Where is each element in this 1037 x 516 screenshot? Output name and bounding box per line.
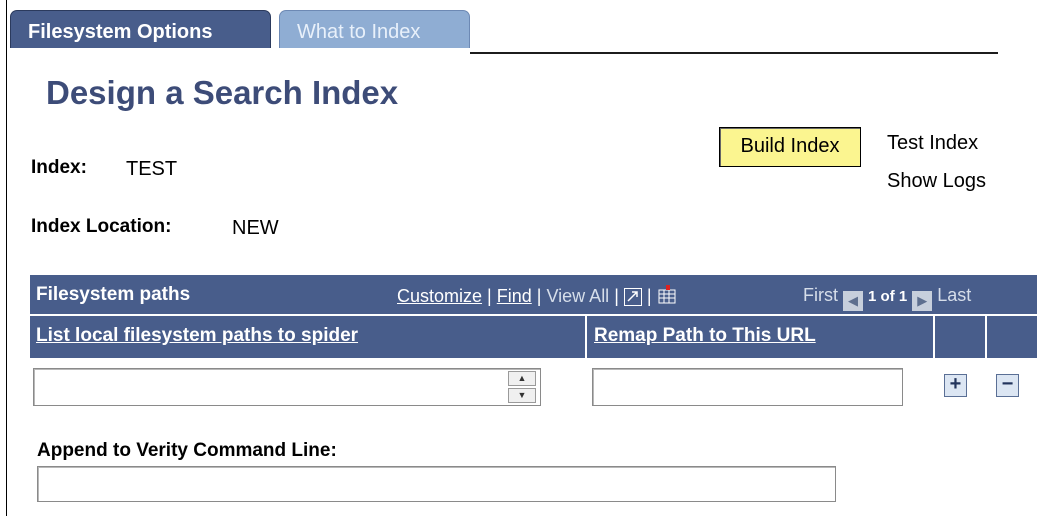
index-label: Index: bbox=[31, 157, 87, 178]
column-paths-header[interactable]: List local filesystem paths to spider bbox=[36, 325, 358, 347]
separator: | bbox=[614, 286, 619, 306]
tab-label: Filesystem Options bbox=[28, 21, 213, 43]
tab-filesystem-options[interactable]: Filesystem Options bbox=[10, 10, 271, 48]
separator: | bbox=[536, 286, 542, 306]
prev-arrow-icon[interactable]: ◀ bbox=[843, 291, 864, 311]
page-left-border bbox=[6, 0, 7, 516]
index-location-label: Index Location: bbox=[31, 216, 172, 237]
page-title: Design a Search Index bbox=[46, 74, 399, 111]
grid-title: Filesystem paths bbox=[36, 284, 191, 305]
index-value: TEST bbox=[126, 158, 178, 180]
add-row-button[interactable]: + bbox=[944, 374, 967, 397]
grid-column-header: List local filesystem paths to spider Re… bbox=[30, 316, 1037, 358]
column-divider bbox=[933, 316, 935, 358]
build-index-button[interactable]: Build Index bbox=[719, 127, 861, 167]
scroll-up-icon[interactable]: ▲ bbox=[508, 371, 536, 386]
test-index-link[interactable]: Test Index bbox=[887, 132, 978, 155]
find-link[interactable]: Find bbox=[497, 286, 532, 306]
download-icon[interactable] bbox=[623, 288, 642, 306]
grid-view-icon[interactable] bbox=[657, 285, 677, 306]
next-arrow-icon[interactable]: ▶ bbox=[912, 291, 933, 311]
remap-url-input[interactable] bbox=[592, 368, 903, 406]
column-divider bbox=[985, 316, 987, 358]
grid-header: Filesystem paths Customize | Find | View… bbox=[30, 275, 1037, 314]
show-logs-link[interactable]: Show Logs bbox=[887, 170, 986, 193]
append-command-input[interactable] bbox=[37, 466, 836, 502]
separator: | bbox=[487, 286, 492, 306]
page-range: 1 of 1 bbox=[868, 288, 908, 305]
view-all-link[interactable]: View All bbox=[546, 286, 609, 306]
delete-row-button[interactable]: − bbox=[996, 374, 1019, 397]
column-divider bbox=[585, 316, 587, 358]
first-link[interactable]: First bbox=[803, 285, 838, 305]
customize-link[interactable]: Customize bbox=[397, 286, 482, 306]
grid-pager: First ◀ 1 of 1 ▶ Last bbox=[803, 285, 971, 311]
append-label: Append to Verity Command Line: bbox=[37, 440, 337, 461]
last-link[interactable]: Last bbox=[937, 285, 971, 305]
tab-label: What to Index bbox=[297, 21, 421, 43]
index-location-value: NEW bbox=[232, 217, 279, 239]
column-url-header[interactable]: Remap Path to This URL bbox=[594, 325, 816, 347]
tab-what-to-index[interactable]: What to Index bbox=[279, 10, 470, 48]
grid-toolbar: Customize | Find | View All | | bbox=[397, 285, 677, 307]
tab-divider bbox=[470, 52, 998, 54]
separator: | bbox=[646, 286, 652, 306]
scroll-down-icon[interactable]: ▼ bbox=[508, 388, 536, 403]
path-textarea[interactable] bbox=[33, 368, 541, 406]
